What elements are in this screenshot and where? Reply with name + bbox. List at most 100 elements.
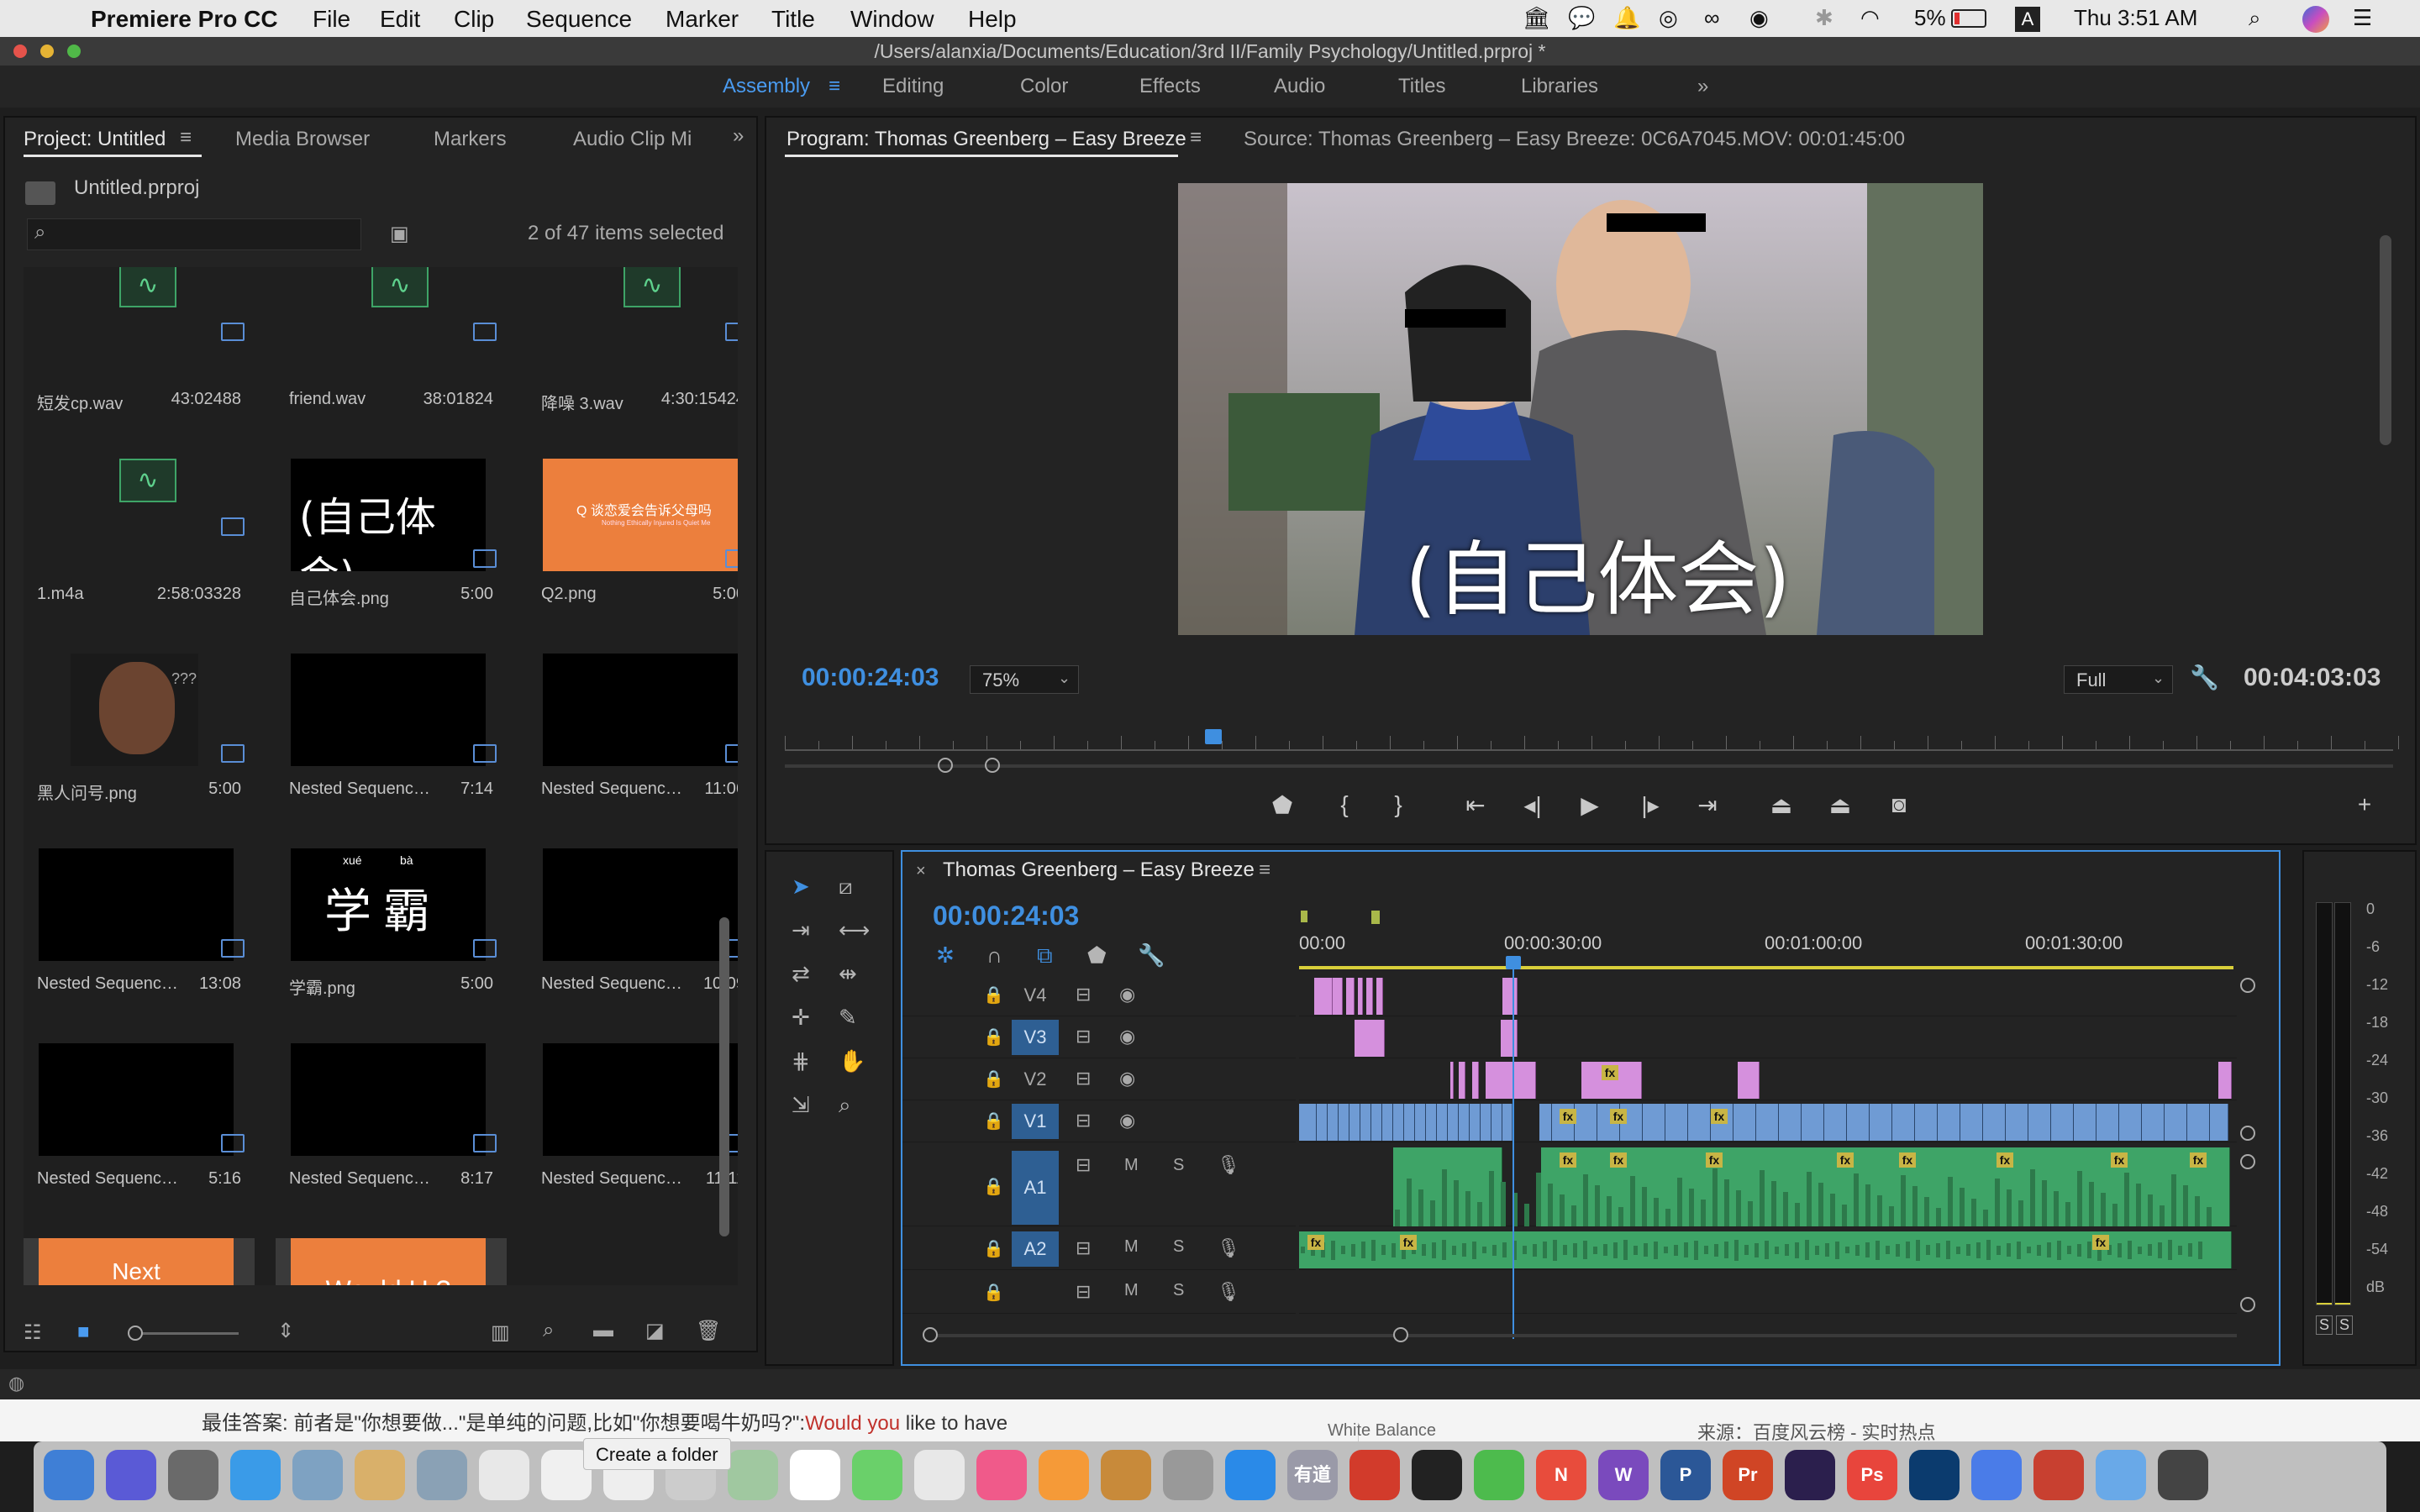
nested-clip[interactable] <box>1501 1020 1518 1057</box>
button-editor-icon[interactable]: + <box>2348 791 2381 818</box>
baidu-icon[interactable] <box>1909 1450 1960 1500</box>
timeline-settings-icon[interactable]: 🔧 <box>1138 942 1165 969</box>
bluetooth-icon[interactable]: ✱ <box>1815 5 1833 31</box>
terminal-icon[interactable] <box>2033 1450 2084 1500</box>
slide-tool-icon[interactable]: ⋕ <box>792 1048 810 1074</box>
zoom-tool-icon[interactable]: ⌕ <box>839 1092 851 1119</box>
step-forward-icon[interactable]: |▸ <box>1634 791 1667 819</box>
tab-markers[interactable]: Markers <box>434 128 507 151</box>
track-target-v4[interactable]: V4 <box>1012 978 1059 1013</box>
track-target-a2[interactable]: A2 <box>1012 1231 1059 1267</box>
workspace-color[interactable]: Color <box>1020 75 1068 98</box>
bin-item[interactable]: Q 谈恋爱会告诉父母吗 Nothing Ethically Injured Is … <box>528 459 738 635</box>
system-preferences-icon[interactable] <box>1163 1450 1213 1500</box>
word-icon[interactable]: W <box>1598 1450 1649 1500</box>
monitor-playhead[interactable] <box>1205 729 1222 744</box>
rolling-edit-tool-icon[interactable]: ⟷ <box>839 917 870 943</box>
sequence-tab[interactable]: Thomas Greenberg – Easy Breeze <box>943 858 1255 882</box>
trash-icon[interactable]: 🗑 <box>696 1319 721 1343</box>
sequence-menu-icon[interactable]: ≡ <box>1259 858 1270 882</box>
nested-clip[interactable] <box>1472 1062 1479 1099</box>
preview-icon[interactable] <box>417 1450 467 1500</box>
bin-item[interactable]: ∿ 1.m4a 2:58:03328 <box>24 459 255 635</box>
lock-icon[interactable]: 🔒 <box>983 1110 1004 1131</box>
pen-tool-icon[interactable]: ✎ <box>839 1005 857 1031</box>
lock-icon[interactable]: 🔒 <box>983 1026 1004 1047</box>
track-scroll-handle[interactable] <box>2240 1126 2255 1141</box>
track-target-a1[interactable]: A1 <box>1012 1151 1059 1225</box>
zoom-handle-left[interactable] <box>938 758 953 773</box>
safari-icon[interactable] <box>230 1450 281 1500</box>
bin-item[interactable]: Nested Sequence 02 7:14 <box>276 654 507 830</box>
add-marker-icon[interactable]: ⬟ <box>1087 942 1107 969</box>
sequence-marker[interactable] <box>1371 911 1380 924</box>
downloads-icon[interactable] <box>2096 1450 2146 1500</box>
qq-icon[interactable]: ◎ <box>1659 5 1678 31</box>
wechat-icon[interactable] <box>1412 1450 1462 1500</box>
go-to-in-icon[interactable]: ⇤ <box>1459 791 1492 819</box>
close-window-button[interactable] <box>13 45 27 58</box>
zoom-select[interactable]: 75% ⌄ <box>970 665 1079 694</box>
thumbnail-size-slider[interactable] <box>131 1332 239 1335</box>
solo-right-button[interactable]: S <box>2336 1315 2354 1335</box>
workspace-menu-icon[interactable]: ≡ <box>829 75 840 98</box>
track-target-a3[interactable] <box>1012 1275 1059 1310</box>
menu-help[interactable]: Help <box>968 6 1017 33</box>
find-icon[interactable]: ⌕ <box>543 1319 554 1342</box>
sync-lock-icon[interactable]: ⊟ <box>1076 1026 1091 1047</box>
bin-item[interactable]: Next✺end – Next.png5:00 <box>24 1238 255 1285</box>
nested-clip[interactable] <box>1346 978 1355 1015</box>
program-video-frame[interactable]: (自己体会) <box>1178 183 1983 635</box>
workspace-libraries[interactable]: Libraries <box>1521 75 1598 98</box>
workspace-titles[interactable]: Titles <box>1398 75 1445 98</box>
finder-icon[interactable] <box>44 1450 94 1500</box>
minimize-window-button[interactable] <box>40 45 54 58</box>
track-scroll-handle[interactable] <box>2240 1154 2255 1169</box>
creative-cloud-icon[interactable]: ∞ <box>1704 5 1720 31</box>
menu-marker[interactable]: Marker <box>666 6 739 33</box>
menu-title[interactable]: Title <box>771 6 815 33</box>
timeline-timecode[interactable]: 00:00:24:03 <box>933 900 1079 932</box>
menu-file[interactable]: File <box>313 6 350 33</box>
sync-lock-icon[interactable]: ⊟ <box>1076 1068 1091 1089</box>
nested-clip[interactable] <box>1358 978 1363 1015</box>
track-scroll-handle[interactable] <box>2240 1297 2255 1312</box>
notification-bell-icon[interactable]: 🔔 <box>1613 5 1640 31</box>
menu-clock[interactable]: Thu 3:51 AM <box>2074 5 2197 31</box>
eye-icon[interactable]: ◉ <box>1119 1026 1135 1047</box>
tab-media-browser[interactable]: Media Browser <box>235 128 370 151</box>
new-search-bin-icon[interactable]: ▣ <box>390 222 409 246</box>
siri-icon[interactable] <box>2302 6 2329 33</box>
nested-clip[interactable] <box>1333 978 1343 1015</box>
powerpoint-icon[interactable]: P <box>1660 1450 1711 1500</box>
monitor-time-ruler[interactable] <box>785 726 2399 756</box>
messages-icon[interactable] <box>790 1450 840 1500</box>
bin-item[interactable]: Nested Sequence 08 8:17 <box>276 1043 507 1220</box>
bin-item[interactable]: Nested Sequence...11:11 <box>528 1043 738 1220</box>
timeline-ruler[interactable]: 00:00 00:00:30:00 00:01:00:00 00:01:30:0… <box>1299 902 2265 969</box>
bin-item[interactable]: Nested Sequence... 13:08 <box>24 848 255 1025</box>
work-area-bar[interactable] <box>1299 966 2233 969</box>
bin-item[interactable]: Nested Sequence...10:09 <box>528 848 738 1025</box>
mute-button[interactable]: M <box>1124 1281 1139 1300</box>
new-item-icon[interactable]: ◪ <box>645 1319 665 1343</box>
hand-tool-icon[interactable]: ✋ <box>839 1048 865 1074</box>
track-target-v2[interactable]: V2 <box>1012 1062 1059 1097</box>
lock-icon[interactable]: 🔒 <box>983 1282 1004 1303</box>
solo-button[interactable]: S <box>1173 1281 1184 1300</box>
bin-item[interactable]: Nested Sequence... 11:06 <box>528 654 738 830</box>
solo-left-button[interactable]: S <box>2316 1315 2333 1335</box>
timeline-playhead-head[interactable] <box>1506 956 1521 969</box>
automate-to-sequence-icon[interactable]: ▥ <box>491 1320 510 1345</box>
list-view-icon[interactable]: ☷ <box>24 1320 42 1345</box>
nested-clip[interactable] <box>1502 978 1518 1015</box>
step-back-icon[interactable]: ◂| <box>1516 791 1549 819</box>
playback-resolution-select[interactable]: Full ⌄ <box>2064 665 2173 694</box>
microphone-icon[interactable]: 🎙 <box>1217 1154 1240 1176</box>
bin-item[interactable]: Would U ?end – would you.png5:00 <box>276 1238 507 1285</box>
rate-stretch-tool-icon[interactable]: ⇄ <box>792 961 810 987</box>
lock-icon[interactable]: 🔒 <box>983 1068 1004 1089</box>
workspace-editing[interactable]: Editing <box>882 75 944 98</box>
eye-icon[interactable]: ◉ <box>1119 1068 1135 1089</box>
wrench-settings-icon[interactable]: 🔧 <box>2190 664 2219 691</box>
